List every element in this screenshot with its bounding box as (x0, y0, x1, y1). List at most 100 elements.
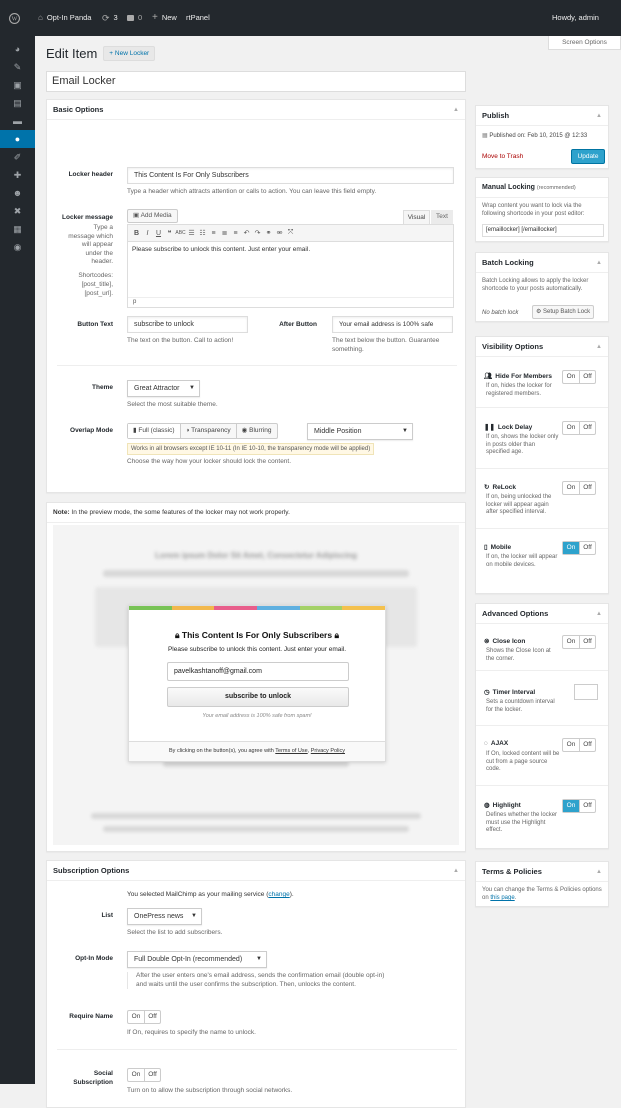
hide-for-members-toggle[interactable]: On Off (562, 370, 596, 384)
mobile-toggle[interactable]: On Off (562, 541, 596, 555)
pages-icon[interactable]: ▤ (0, 94, 35, 112)
posts-pin-icon[interactable]: ✎ (0, 58, 35, 76)
toggle-off[interactable]: Off (144, 1011, 160, 1023)
require-name-toggle[interactable]: On Off (127, 1010, 161, 1024)
strikethrough-icon[interactable]: ABC (175, 230, 186, 236)
toggle-off[interactable]: Off (579, 371, 595, 383)
italic-icon[interactable]: I (142, 230, 153, 237)
toggle-on[interactable]: On (563, 739, 579, 751)
toggle-off[interactable]: Off (579, 800, 595, 812)
comments-link[interactable]: 0 (127, 0, 142, 36)
ajax-toggle[interactable]: On Off (562, 738, 596, 752)
editor-body[interactable]: Please subscribe to unlock this content.… (128, 242, 453, 297)
collapse-icon[interactable]: ▲ (453, 861, 459, 881)
collapse-icon[interactable]: ▲ (596, 337, 602, 357)
locker-email-input[interactable]: pavelkashtanoff@gmail.com (167, 662, 349, 681)
optin-mode-select[interactable]: Full Double Opt-In (recommended) ▼ (127, 951, 267, 968)
privacy-policy-link[interactable]: Privacy Policy (311, 748, 345, 754)
howdy-account[interactable]: Howdy, admin (552, 0, 599, 36)
wordpress-logo-icon[interactable]: W (9, 0, 20, 36)
toggle-on[interactable]: On (128, 1011, 144, 1023)
tab-visual[interactable]: Visual (403, 210, 430, 224)
quote-icon[interactable]: ❝ (164, 229, 175, 237)
underline-icon[interactable]: U (153, 230, 164, 237)
settings-icon[interactable]: ▦ (0, 220, 35, 238)
terms-page-link[interactable]: this page (490, 895, 514, 901)
after-button-input[interactable]: Your email address is 100% safe (332, 316, 453, 333)
overlap-full-button[interactable]: ▮ Full (classic) (128, 424, 180, 438)
screen-options-button[interactable]: Screen Options (548, 36, 621, 50)
align-center-icon[interactable]: ≣ (219, 229, 230, 237)
toggle-on[interactable]: On (128, 1069, 144, 1081)
toggle-on[interactable]: On (563, 482, 579, 494)
dashboard-icon[interactable]: ◕ (0, 40, 35, 58)
media-icon[interactable]: ▣ (0, 76, 35, 94)
tools-icon[interactable]: ✖ (0, 202, 35, 220)
toggle-on[interactable]: On (563, 371, 579, 383)
locker-header-input[interactable]: This Content Is For Only Subscribers (127, 167, 454, 184)
optin-panda-icon[interactable]: ● (0, 130, 35, 148)
overlap-position-select[interactable]: Middle Position ▼ (307, 423, 413, 440)
unlink-icon[interactable]: ⚮ (274, 229, 285, 237)
toggle-off[interactable]: Off (579, 422, 595, 434)
collapse-icon[interactable]: ▲ (596, 253, 602, 273)
new-content-link[interactable]: + New (152, 0, 177, 36)
overlap-transparency-button[interactable]: ◑ Transparency (179, 424, 236, 438)
list-select[interactable]: OnePress news ▼ (127, 908, 202, 925)
toggle-on[interactable]: On (563, 636, 579, 648)
visibility-options-header[interactable]: Visibility Options ▲ (476, 337, 608, 357)
toggle-off[interactable]: Off (579, 482, 595, 494)
update-button[interactable]: Update (571, 149, 605, 164)
subscription-options-header[interactable]: Subscription Options ▲ (47, 861, 465, 881)
toggle-on[interactable]: On (563, 422, 579, 434)
highlight-toggle[interactable]: On Off (562, 799, 596, 813)
bullet-list-icon[interactable]: ☰ (186, 229, 197, 237)
basic-options-header[interactable]: Basic Options ▲ (47, 100, 465, 120)
change-service-link[interactable]: change (268, 891, 289, 898)
title-input[interactable]: Email Locker (46, 71, 466, 92)
terms-policies-header[interactable]: Terms & Policies ▲ (476, 862, 608, 882)
move-to-trash-link[interactable]: Move to Trash (482, 153, 523, 160)
button-text-input[interactable]: subscribe to unlock (127, 316, 248, 333)
comments-menu-icon[interactable]: ▬ (0, 112, 35, 130)
collapse-menu-icon[interactable]: ◉ (0, 238, 35, 256)
lock-delay-toggle[interactable]: On Off (562, 421, 596, 435)
toggle-off[interactable]: Off (579, 739, 595, 751)
toggle-on[interactable]: On (563, 542, 579, 554)
bold-icon[interactable]: B (131, 230, 142, 237)
numbered-list-icon[interactable]: ☷ (197, 229, 208, 237)
align-left-icon[interactable]: ≡ (208, 230, 219, 237)
timer-interval-input[interactable] (574, 684, 598, 700)
toggle-off[interactable]: Off (579, 542, 595, 554)
close-icon-toggle[interactable]: On Off (562, 635, 596, 649)
relock-toggle[interactable]: On Off (562, 481, 596, 495)
shortcode-input[interactable]: [emaillocker] [/emaillocker] (482, 224, 604, 237)
collapse-icon[interactable]: ▲ (596, 862, 602, 882)
publish-header[interactable]: Publish ▲ (476, 106, 608, 126)
collapse-icon[interactable]: ▲ (453, 100, 459, 120)
updates-link[interactable]: ⟳ 3 (102, 0, 118, 36)
social-subscription-toggle[interactable]: On Off (127, 1068, 161, 1082)
redo-icon[interactable]: ↷ (252, 229, 263, 237)
appearance-icon[interactable]: ✐ (0, 148, 35, 166)
plugins-icon[interactable]: ✚ (0, 166, 35, 184)
fullscreen-icon[interactable]: ⤧ (285, 229, 296, 237)
locker-subscribe-button[interactable]: subscribe to unlock (167, 687, 349, 707)
new-locker-button[interactable]: + New Locker (103, 46, 156, 61)
users-icon[interactable]: ☻ (0, 184, 35, 202)
toggle-off[interactable]: Off (144, 1069, 160, 1081)
link-icon[interactable]: ⚭ (263, 229, 274, 237)
terms-of-use-link[interactable]: Terms of Use (275, 748, 307, 754)
collapse-icon[interactable]: ▲ (596, 106, 602, 126)
align-right-icon[interactable]: ≡ (230, 230, 241, 237)
collapse-icon[interactable]: ▲ (596, 604, 602, 624)
rtpanel-link[interactable]: rtPanel (186, 0, 210, 36)
theme-select[interactable]: Great Attractor ▼ (127, 380, 200, 397)
tab-text[interactable]: Text (431, 210, 453, 224)
toggle-off[interactable]: Off (579, 636, 595, 648)
manual-locking-header[interactable]: Manual Locking (recommended) (476, 178, 608, 198)
toggle-on[interactable]: On (563, 800, 579, 812)
site-name-link[interactable]: ⌂ Opt-In Panda (38, 0, 91, 36)
setup-batch-lock-button[interactable]: ⚙ Setup Batch Lock (532, 305, 595, 319)
batch-locking-header[interactable]: Batch Locking ▲ (476, 253, 608, 273)
